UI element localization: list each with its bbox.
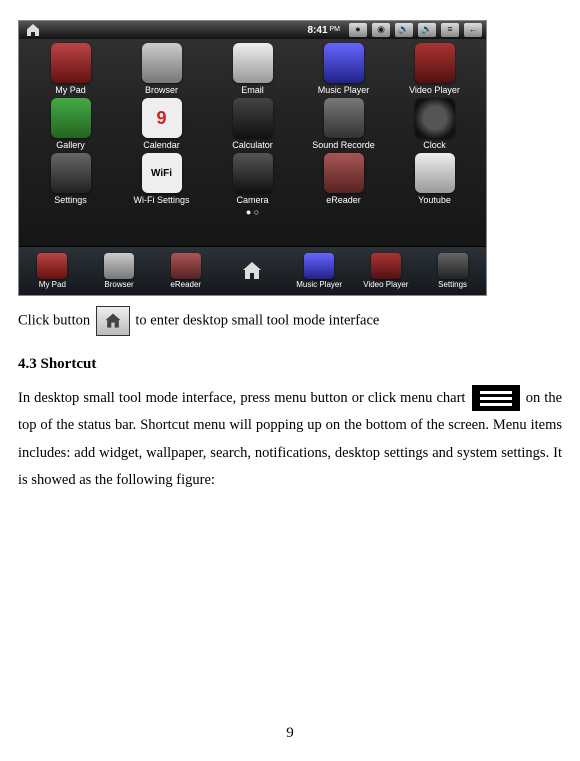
statusbar-camera-icon[interactable]: ◉ (372, 23, 390, 37)
app-grid: My Pad Browser Email Music Player Video Play… (19, 39, 486, 208)
app-label: Video Player (395, 85, 475, 96)
page-indicator: ● ○ (19, 208, 486, 216)
ereader-icon (171, 253, 201, 279)
home-button-icon (96, 306, 130, 336)
dock-home[interactable] (222, 258, 282, 284)
home-icon (237, 258, 267, 284)
mypad-icon (51, 43, 91, 83)
video-icon (371, 253, 401, 279)
app-label: Sound Recorde (304, 140, 384, 151)
dock-label: Browser (89, 279, 149, 290)
app-camera[interactable]: Camera (213, 153, 293, 206)
app-browser[interactable]: Browser (122, 43, 202, 96)
app-gallery[interactable]: Gallery (31, 98, 111, 151)
app-settings[interactable]: Settings (31, 153, 111, 206)
menu-chart-icon (472, 385, 520, 411)
browser-icon (104, 253, 134, 279)
app-label: Email (213, 85, 293, 96)
email-icon (233, 43, 273, 83)
app-email[interactable]: Email (213, 43, 293, 96)
dock-label: eReader (156, 279, 216, 290)
camera-icon (233, 153, 273, 193)
dock-label: My Pad (22, 279, 82, 290)
dock-ereader[interactable]: eReader (156, 253, 216, 290)
calendar-icon: 9 (142, 98, 182, 138)
wifi-icon: WiFi (142, 153, 182, 193)
app-wifi[interactable]: WiFi Wi-Fi Settings (122, 153, 202, 206)
settings-icon (438, 253, 468, 279)
dock-mypad[interactable]: My Pad (22, 253, 82, 290)
app-label: Calculator (213, 140, 293, 151)
settings-icon (51, 153, 91, 193)
app-label: Camera (213, 195, 293, 206)
music-icon (304, 253, 334, 279)
dock-browser[interactable]: Browser (89, 253, 149, 290)
statusbar-home-icon[interactable] (23, 22, 43, 38)
music-icon (324, 43, 364, 83)
app-ereader[interactable]: eReader (304, 153, 384, 206)
app-label: Youtube (395, 195, 475, 206)
app-label: Gallery (31, 140, 111, 151)
dock-video[interactable]: Video Player (356, 253, 416, 290)
app-label: eReader (304, 195, 384, 206)
record-icon (324, 98, 364, 138)
browser-icon (142, 43, 182, 83)
dock: My Pad Browser eReader Music Player Video Pl… (19, 246, 486, 295)
app-mypad[interactable]: My Pad (31, 43, 111, 96)
calc-icon (233, 98, 273, 138)
gallery-icon (51, 98, 91, 138)
para-text-a: In desktop small tool mode interface, pr… (18, 390, 465, 406)
app-label: Calendar (122, 140, 202, 151)
dock-settings[interactable]: Settings (423, 253, 483, 290)
youtube-icon (415, 153, 455, 193)
app-label: Wi-Fi Settings (122, 195, 202, 206)
status-bar: 8:41 PM ● ◉ 🔈 🔊 ≡ ← (19, 21, 486, 39)
dock-label: Settings (423, 279, 483, 290)
section-heading: 4.3 Shortcut (18, 350, 562, 379)
app-clock[interactable]: Clock (395, 98, 475, 151)
intro-text-b: to enter desktop small tool mode interfa… (135, 312, 379, 328)
app-calc[interactable]: Calculator (213, 98, 293, 151)
shortcut-paragraph: In desktop small tool mode interface, pr… (18, 385, 562, 495)
statusbar-time: 8:41 (307, 21, 327, 40)
app-calendar[interactable]: 9 Calendar (122, 98, 202, 151)
clock-icon (415, 98, 455, 138)
dock-music[interactable]: Music Player (289, 253, 349, 290)
app-label: My Pad (31, 85, 111, 96)
statusbar-voldown-icon[interactable]: 🔈 (395, 23, 413, 37)
statusbar-mic-icon[interactable]: ● (349, 23, 367, 37)
app-music[interactable]: Music Player (304, 43, 384, 96)
statusbar-menu-icon[interactable]: ≡ (441, 23, 459, 37)
app-record[interactable]: Sound Recorde (304, 98, 384, 151)
app-label: Music Player (304, 85, 384, 96)
dock-label: Music Player (289, 279, 349, 290)
statusbar-volup-icon[interactable]: 🔊 (418, 23, 436, 37)
app-video[interactable]: Video Player (395, 43, 475, 96)
dock-label: Video Player (356, 279, 416, 290)
app-label: Settings (31, 195, 111, 206)
app-label: Clock (395, 140, 475, 151)
mypad-icon (37, 253, 67, 279)
video-icon (415, 43, 455, 83)
app-label: Browser (122, 85, 202, 96)
intro-line: Click button to enter desktop small tool… (18, 306, 562, 336)
app-youtube[interactable]: Youtube (395, 153, 475, 206)
page-number: 9 (0, 719, 580, 748)
tablet-screenshot: 8:41 PM ● ◉ 🔈 🔊 ≡ ← My Pad Browser Email Mu… (18, 20, 487, 296)
intro-text-a: Click button (18, 312, 90, 328)
statusbar-ampm: PM (330, 23, 341, 36)
ereader-icon (324, 153, 364, 193)
statusbar-back-icon[interactable]: ← (464, 23, 482, 37)
